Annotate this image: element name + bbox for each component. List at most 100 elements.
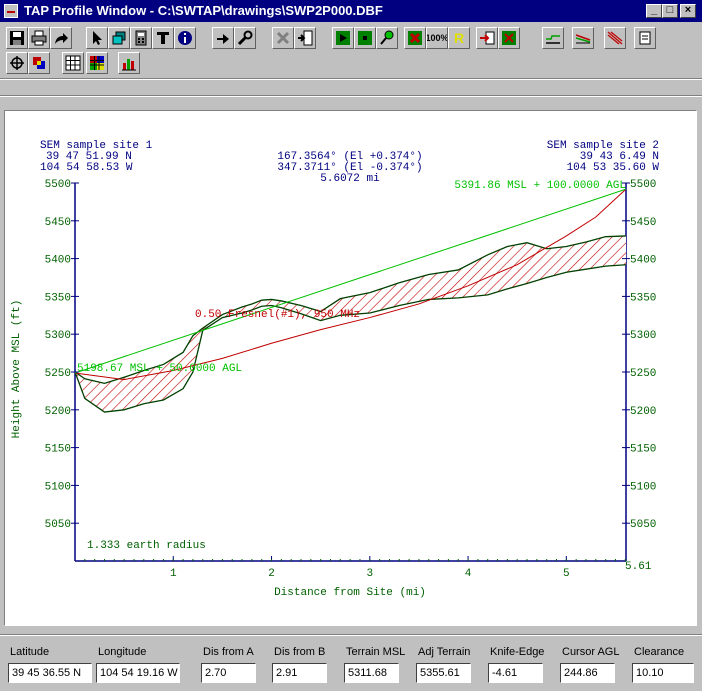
wrench-icon [237,30,253,46]
earth-radius-label: 1.333 earth radius [87,540,206,552]
fresnel-icon [607,31,623,45]
color-grid-icon [90,56,104,70]
y-tick-label-right: 5050 [630,519,656,531]
layers-button[interactable] [108,27,130,49]
stop-button[interactable] [354,27,376,49]
minimize-button[interactable]: _ [646,4,662,18]
pointer-button[interactable] [86,27,108,49]
slope-icon [575,34,591,44]
red-arrow-button[interactable] [476,27,498,49]
status-label: Adj Terrain [418,646,471,658]
green-cross-button[interactable] [498,27,520,49]
print-button[interactable] [28,27,50,49]
line-of-sight [74,188,627,374]
export-button[interactable] [50,27,72,49]
info-button[interactable] [174,27,196,49]
y-tick-label-left: 5200 [45,406,71,418]
fresnel-zone-label: 0.50 Fresnel(#1), 950 MHz [195,309,360,321]
x-tick-label: 4 [465,568,472,580]
site2-lon: 104 53 35.60 W [567,162,660,174]
status-value[interactable]: 5355.61 [416,663,471,683]
maximize-button[interactable]: □ [662,4,678,18]
map-pin-button[interactable] [376,27,398,49]
cancel-icon [408,31,422,45]
text-tool-button[interactable] [152,27,174,49]
insert-page-button[interactable] [294,27,316,49]
status-label: Knife-Edge [490,646,545,658]
note-button[interactable] [634,27,656,49]
profile-chart[interactable]: SEM sample site 1 39 47 51.99 N 104 54 5… [5,111,696,625]
delete-button[interactable] [272,27,294,49]
y-tick-label-left: 5150 [45,444,71,456]
status-separator [0,634,702,636]
y-tick-label-right: 5200 [630,406,656,418]
flat-line-icon [546,35,560,44]
status-value[interactable]: 10.10 [632,663,694,683]
play-button[interactable] [332,27,354,49]
profile-plot-frame[interactable]: SEM sample site 1 39 47 51.99 N 104 54 5… [4,110,697,626]
app-icon[interactable] [4,4,18,18]
y-tick-label-right: 5450 [630,217,656,229]
window-title: TAP Profile Window - C:\SWTAP\drawings\S… [24,3,383,18]
status-label: Clearance [634,646,685,658]
x-tick-label: 2 [268,568,275,580]
x-axis-title: Distance from Site (mi) [274,587,426,599]
pointer-icon [93,31,102,45]
corner-distance-label: 5.61 [625,561,652,573]
flat-line-button[interactable] [542,27,564,49]
save-icon [10,31,24,45]
toolbar-separator [0,95,702,97]
y-tick-label-left: 5250 [45,368,71,380]
y-tick-label-left: 5350 [45,292,71,304]
y-tick-label-left: 5100 [45,481,71,493]
wrench-button[interactable] [234,27,256,49]
r-marker-button[interactable]: R [448,27,470,49]
print-icon [31,30,47,46]
status-label: Dis from A [203,646,254,658]
status-label: Longitude [98,646,147,658]
calculator-button[interactable] [130,27,152,49]
info-icon [178,31,192,45]
text-tool-icon [157,32,169,44]
y-tick-label-right: 5150 [630,444,656,456]
status-value[interactable]: 2.70 [201,663,256,683]
status-value[interactable]: 244.86 [560,663,615,683]
cancel-button[interactable] [404,27,426,49]
status-value[interactable]: 5311.68 [344,663,399,683]
crosshair-button[interactable] [6,52,28,74]
crosshair-icon [10,56,24,70]
stop-icon [358,31,372,45]
color-grid-button[interactable] [86,52,108,74]
status-value[interactable]: 39 45 36.55 N [8,663,92,683]
zoom-100-icon: 100% [426,33,448,43]
map-pin-icon [380,30,394,45]
layers-icon [112,31,126,45]
zoom-hand-button[interactable] [212,27,234,49]
green-cross-icon [502,31,516,45]
save-button[interactable] [6,27,28,49]
zoom-100-button[interactable]: 100% [426,27,448,49]
status-label: Terrain MSL [346,646,406,658]
y-axis-title: Height Above MSL (ft) [11,300,23,439]
bar-chart-icon [122,59,136,71]
grid-button[interactable] [62,52,84,74]
bar-chart-button[interactable] [118,52,140,74]
left-antenna-label: 5198.67 MSL + 50.0000 AGL [77,363,242,375]
right-antenna-label: 5391.86 MSL + 100.0000 AGL [454,180,626,192]
x-tick-label: 1 [170,568,177,580]
status-value[interactable]: -4.61 [488,663,543,683]
slope-button[interactable] [572,27,594,49]
color-layers-button[interactable] [28,52,50,74]
y-tick-label-right: 5100 [630,481,656,493]
close-button[interactable]: × [680,4,696,18]
y-tick-label-right: 5500 [630,179,656,191]
status-value[interactable]: 104 54 19.16 W [96,663,180,683]
y-tick-label-right: 5250 [630,368,656,380]
status-value[interactable]: 2.91 [272,663,327,683]
status-bar: Latitude 39 45 36.55 N Longitude 104 54 19.… [0,632,702,691]
y-tick-label-right: 5300 [630,330,656,342]
zoom-hand-icon [217,34,229,44]
fresnel-button[interactable] [604,27,626,49]
title-bar[interactable]: TAP Profile Window - C:\SWTAP\drawings\S… [0,0,702,22]
insert-page-icon [298,30,313,46]
